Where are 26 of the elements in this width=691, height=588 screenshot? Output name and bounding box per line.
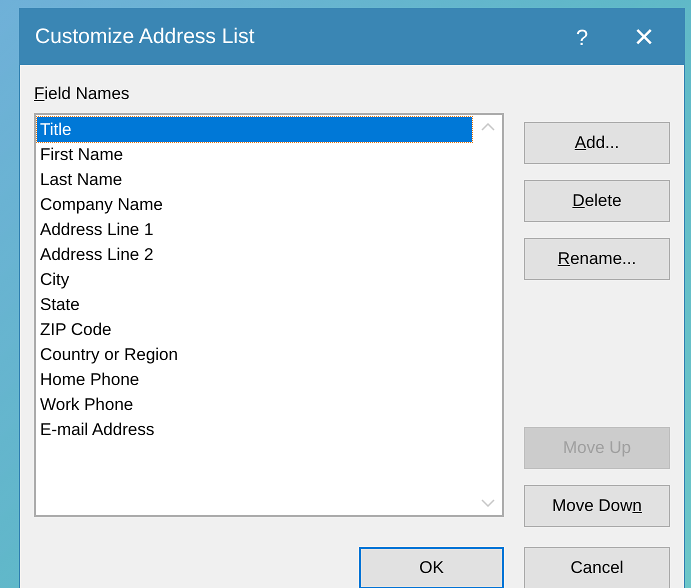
list-item[interactable]: Work Phone [37,392,472,416]
list-item[interactable]: Address Line 1 [37,216,472,242]
scroll-down-icon[interactable] [481,498,495,506]
dialog-button[interactable]: Add... [524,122,670,164]
window-title: Customize Address List [35,24,256,50]
list-item[interactable]: City [37,266,472,292]
list-item[interactable]: E-mail Address [37,416,472,442]
dialog-button[interactable]: OK [359,547,504,588]
dialog-button[interactable]: Move Down [524,485,670,527]
dialog-button[interactable]: Delete [524,180,670,222]
list-item[interactable]: Company Name [37,192,472,216]
scroll-up-icon[interactable] [481,122,495,130]
list-item[interactable]: State [37,292,472,316]
dialog-button[interactable]: Rename... [524,238,670,280]
list-item[interactable]: Country or Region [37,342,472,366]
field-names-list[interactable]: Title First Name Last Name Company Name Address Line 1 Address Line 2 City State ZIP Code Country or Region Home Phone Work Phone E-mail Address [34,112,504,516]
list-item[interactable]: Address Line 2 [37,242,472,266]
list-item[interactable]: First Name [37,142,472,166]
list-item[interactable]: Last Name [37,166,472,192]
help-button[interactable]: ? [562,17,602,57]
field-names-label: Field Names [34,83,130,105]
list-item[interactable]: Title [37,116,472,142]
list-item[interactable]: ZIP Code [37,316,472,342]
list-item[interactable]: Home Phone [37,366,472,392]
dialog-button[interactable]: Cancel [524,547,670,588]
close-button[interactable]: × [624,17,664,57]
